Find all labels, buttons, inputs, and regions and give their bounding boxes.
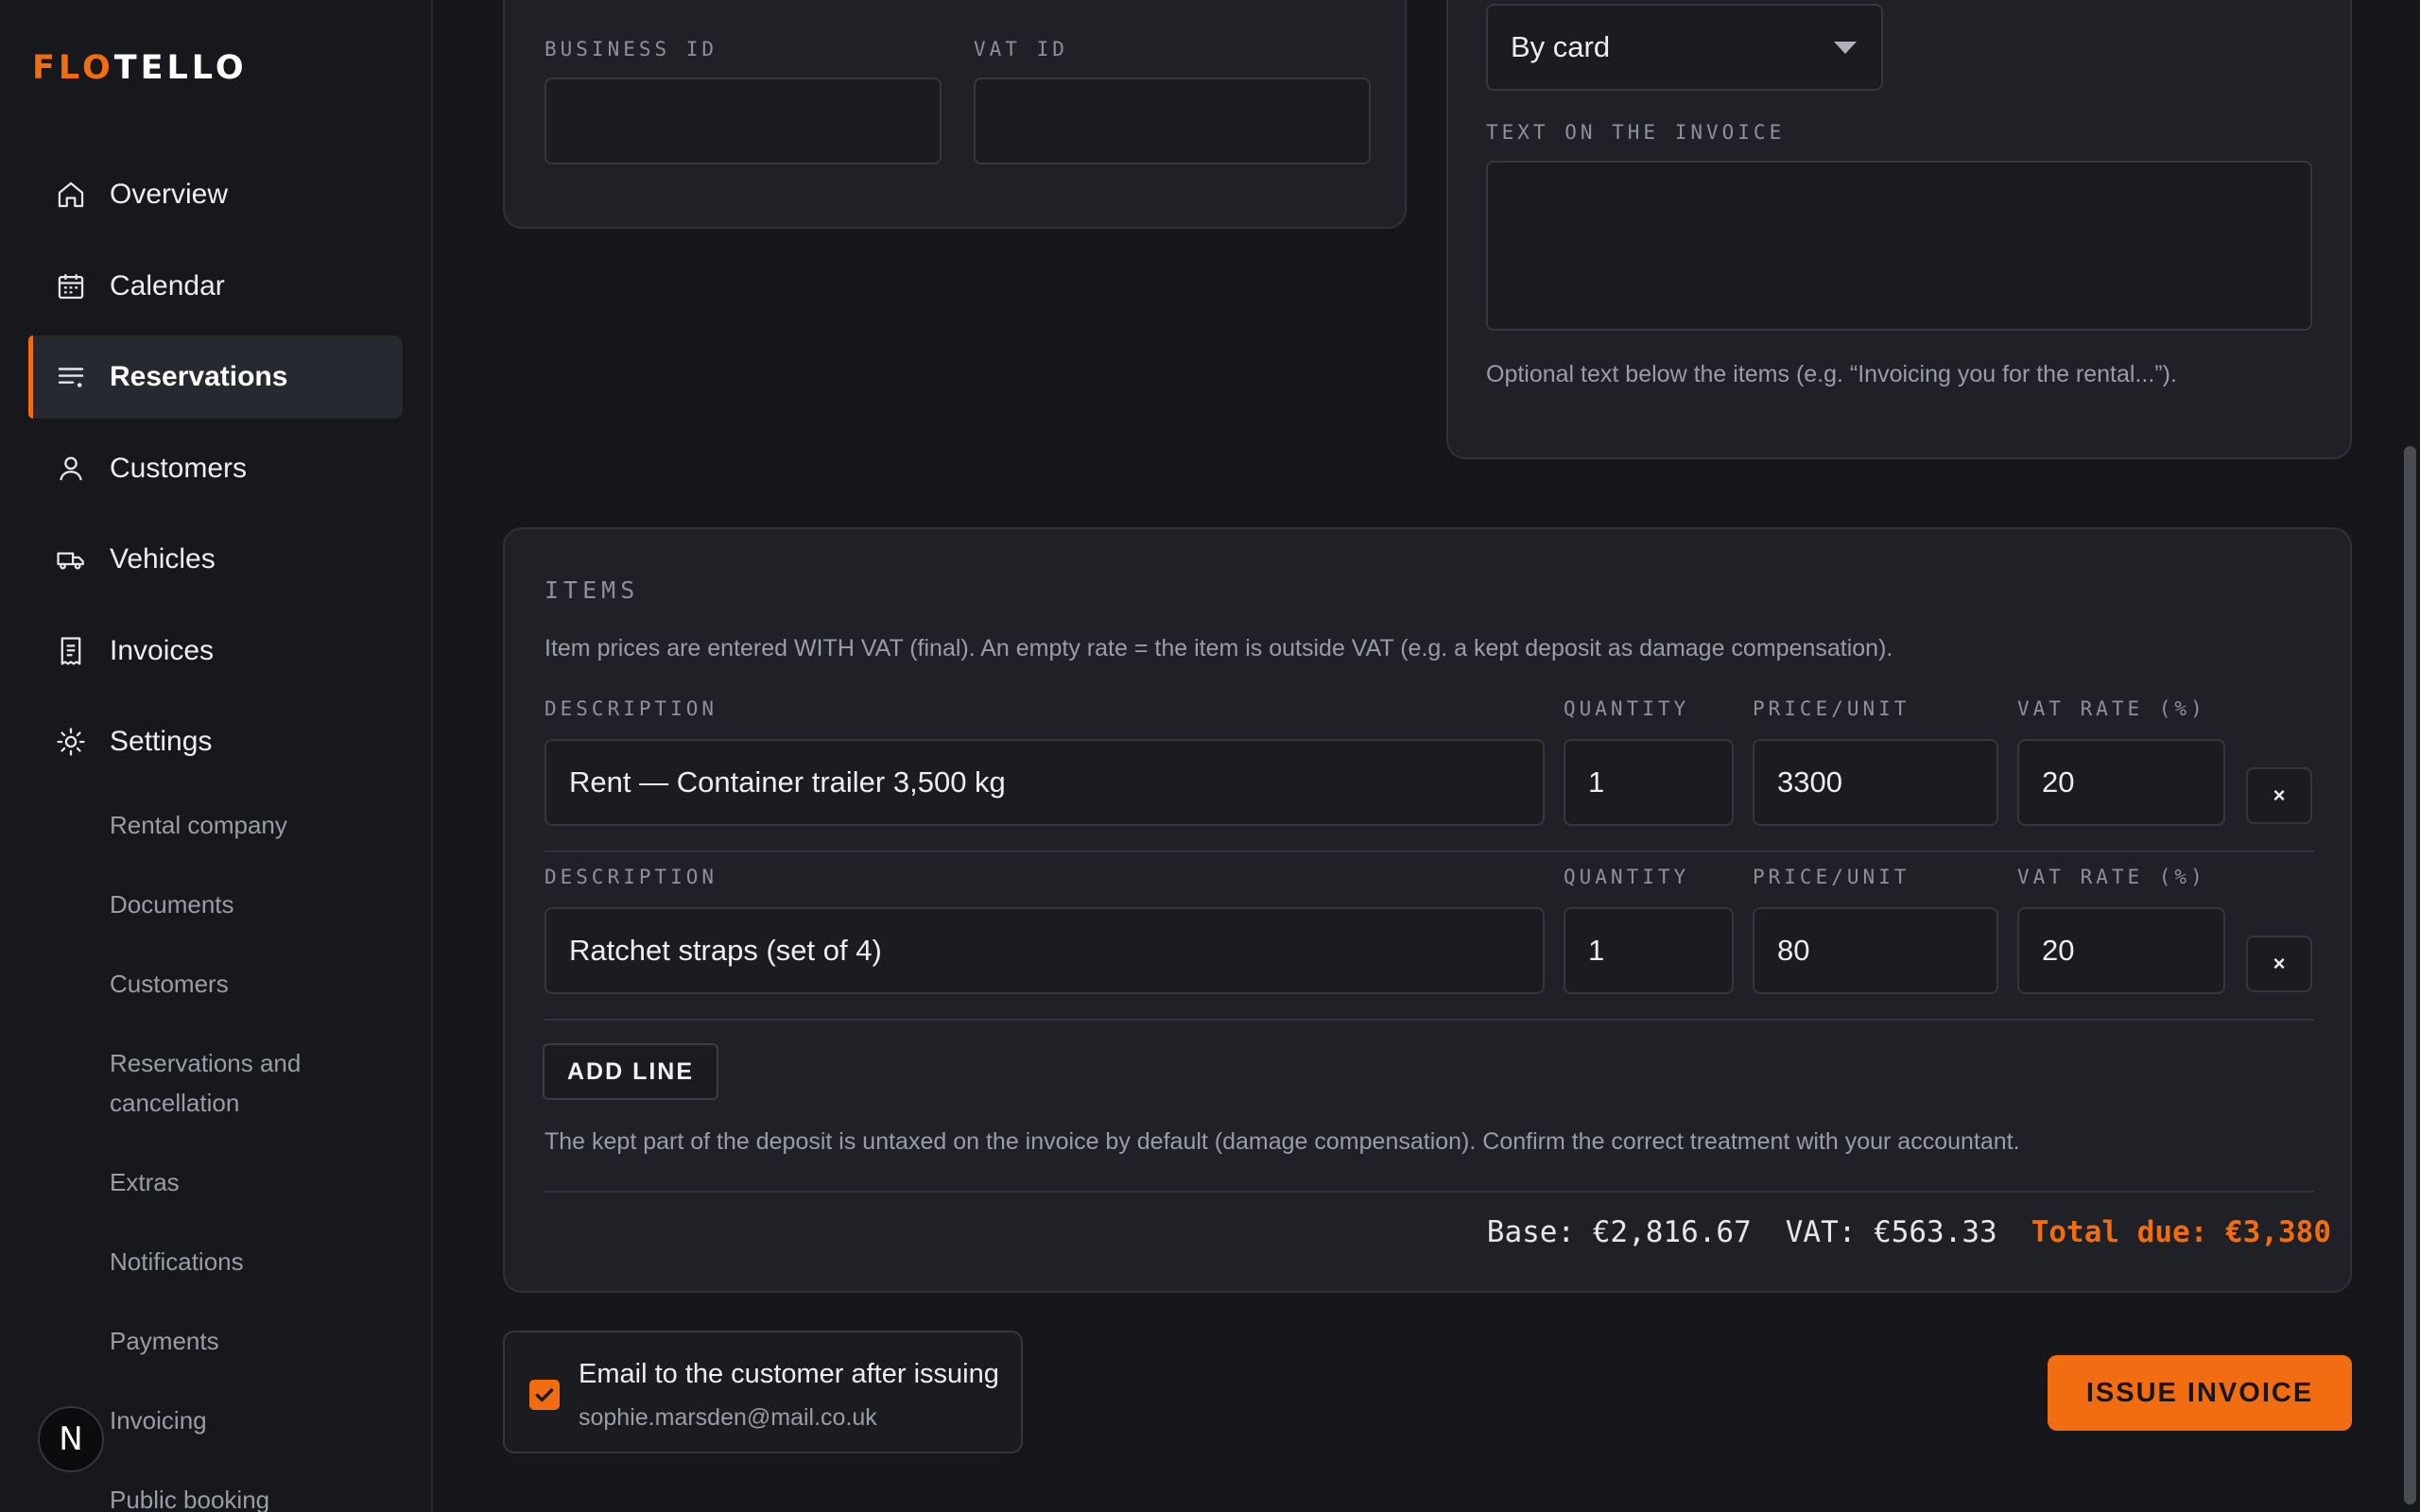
email-option-label: Email to the customer after issuing xyxy=(579,1359,999,1389)
col-quantity-label: QUANTITY xyxy=(1564,866,1690,888)
invoice-text-help: Optional text below the items (e.g. “Inv… xyxy=(1486,361,2177,387)
item-quantity-input[interactable]: 1 xyxy=(1564,739,1734,826)
nav-label: Customers xyxy=(110,452,248,484)
vat-id-label: VAT ID xyxy=(974,38,1068,60)
nav-label: Overview xyxy=(110,179,229,210)
invoice-totals: Base: €2,816.67 VAT: €563.33 Total due: … xyxy=(1487,1215,2331,1249)
subnav-invoicing[interactable]: Invoicing xyxy=(110,1400,412,1440)
nav-item-overview[interactable]: Overview xyxy=(28,153,403,236)
customer-email: sophie.marsden@mail.co.uk xyxy=(579,1404,877,1431)
nav-item-invoices[interactable]: Invoices xyxy=(28,610,403,693)
nav-item-calendar[interactable]: Calendar xyxy=(28,245,403,328)
row-divider xyxy=(544,1019,2314,1021)
business-id-input[interactable] xyxy=(544,77,942,164)
payment-method-select[interactable]: By card xyxy=(1486,4,1883,91)
email-checkbox[interactable] xyxy=(529,1380,560,1410)
gear-icon xyxy=(55,726,87,758)
vat-id-input[interactable] xyxy=(974,77,1371,164)
payment-method-value: By card xyxy=(1511,30,1611,63)
nav-label: Vehicles xyxy=(110,543,216,575)
col-vat-label: VAT RATE (%) xyxy=(2017,697,2206,720)
company-card: BUSINESS ID VAT ID xyxy=(503,0,1407,229)
subnav-extras[interactable]: Extras xyxy=(110,1162,412,1202)
item-price-input[interactable]: 80 xyxy=(1753,907,1998,994)
nav-label: Reservations xyxy=(110,361,288,392)
avatar[interactable]: N xyxy=(38,1406,104,1472)
truck-icon xyxy=(55,543,87,576)
business-id-label: BUSINESS ID xyxy=(544,38,718,60)
logo-prefix: FLO xyxy=(32,49,114,87)
brand-logo[interactable]: FLOTELLO xyxy=(32,49,248,87)
sidebar: FLOTELLO Overview Calendar Reservations … xyxy=(0,0,433,1512)
item-price-input[interactable]: 3300 xyxy=(1753,739,1998,826)
items-card: ITEMS Item prices are entered WITH VAT (… xyxy=(503,527,2352,1293)
invoice-text-input[interactable] xyxy=(1486,161,2312,331)
nav-item-customers[interactable]: Customers xyxy=(28,427,403,510)
nav-label: Settings xyxy=(110,726,213,757)
nav-label: Calendar xyxy=(110,269,225,301)
main-nav: Overview Calendar Reservations Customers… xyxy=(28,153,403,792)
payment-card: By card TEXT ON THE INVOICE Optional tex… xyxy=(1446,0,2352,459)
subnav-documents[interactable]: Documents xyxy=(110,885,412,924)
col-vat-label: VAT RATE (%) xyxy=(2017,866,2206,888)
item-description-input[interactable]: Ratchet straps (set of 4) xyxy=(544,907,1545,994)
check-icon xyxy=(535,1388,554,1402)
settings-subnav: Rental company Documents Customers Reser… xyxy=(110,805,412,1512)
col-description-label: DESCRIPTION xyxy=(544,866,718,888)
items-note: Item prices are entered WITH VAT (final)… xyxy=(544,635,1893,662)
col-description-label: DESCRIPTION xyxy=(544,697,718,720)
issue-invoice-button[interactable]: ISSUE INVOICE xyxy=(2048,1355,2352,1431)
receipt-icon xyxy=(55,635,87,667)
add-line-button[interactable]: ADD LINE xyxy=(543,1043,718,1100)
list-icon xyxy=(55,361,87,393)
invoice-text-label: TEXT ON THE INVOICE xyxy=(1486,121,1786,144)
subnav-notifications[interactable]: Notifications xyxy=(110,1242,412,1281)
item-vat-input[interactable]: 20 xyxy=(2017,907,2225,994)
calendar-icon xyxy=(55,270,87,302)
user-icon xyxy=(55,453,87,485)
items-title: ITEMS xyxy=(544,576,640,604)
subnav-customers[interactable]: Customers xyxy=(110,964,412,1004)
chevron-down-icon xyxy=(1834,42,1857,54)
subnav-rental-company[interactable]: Rental company xyxy=(110,805,412,845)
nav-item-settings[interactable]: Settings xyxy=(28,700,403,783)
nav-item-reservations[interactable]: Reservations xyxy=(28,335,403,419)
scrollbar-thumb[interactable] xyxy=(2404,446,2416,1504)
remove-line-button[interactable]: × xyxy=(2246,936,2312,992)
row-divider xyxy=(544,850,2314,852)
item-description-input[interactable]: Rent — Container trailer 3,500 kg xyxy=(544,739,1545,826)
nav-label: Invoices xyxy=(110,634,215,666)
email-option: Email to the customer after issuing soph… xyxy=(503,1331,1023,1453)
subnav-reservations-cancellation[interactable]: Reservations and cancellation xyxy=(110,1043,412,1123)
totals-due: Total due: €3,380 xyxy=(2031,1215,2331,1249)
totals-base: Base: €2,816.67 xyxy=(1486,1215,1752,1249)
home-icon xyxy=(55,179,87,211)
col-price-label: PRICE/UNIT xyxy=(1753,697,1910,720)
logo-suffix: TELLO xyxy=(113,49,248,87)
totals-vat: VAT: €563.33 xyxy=(1785,1215,1997,1249)
remove-line-button[interactable]: × xyxy=(2246,767,2312,824)
nav-item-vehicles[interactable]: Vehicles xyxy=(28,518,403,601)
item-vat-input[interactable]: 20 xyxy=(2017,739,2225,826)
deposit-note: The kept part of the deposit is untaxed … xyxy=(544,1128,2020,1155)
totals-divider xyxy=(544,1191,2314,1193)
col-quantity-label: QUANTITY xyxy=(1564,697,1690,720)
col-price-label: PRICE/UNIT xyxy=(1753,866,1910,888)
subnav-public-booking[interactable]: Public booking xyxy=(110,1480,412,1512)
item-quantity-input[interactable]: 1 xyxy=(1564,907,1734,994)
subnav-payments[interactable]: Payments xyxy=(110,1321,412,1361)
